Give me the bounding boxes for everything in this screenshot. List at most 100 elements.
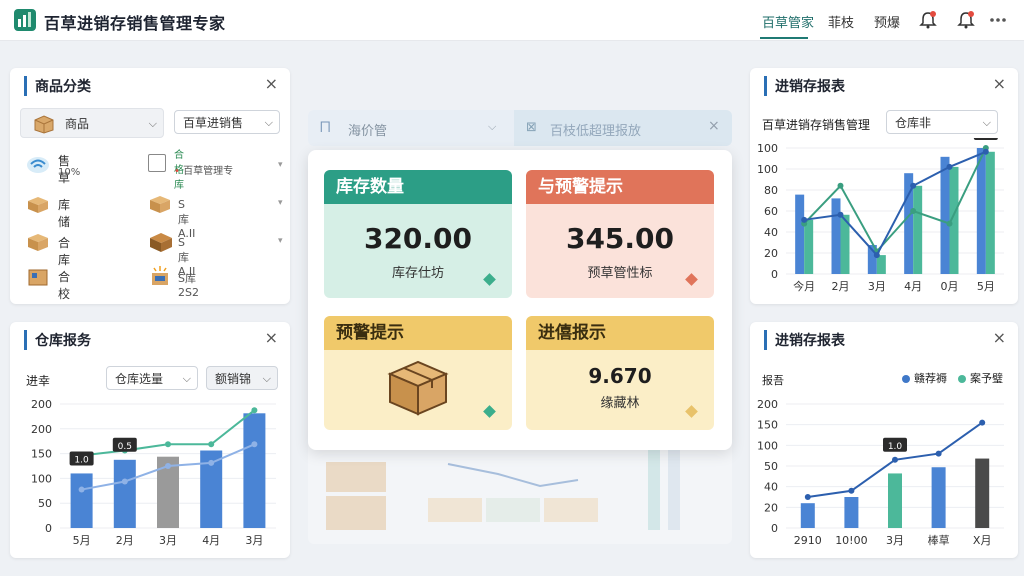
box-stack-icon	[28, 197, 48, 213]
y-tick-label: 200	[31, 423, 52, 436]
background-illustration	[308, 440, 732, 544]
category-select[interactable]: 商品 ⌵	[20, 108, 164, 138]
middle-header-right[interactable]: 百枝低超理报放	[550, 120, 641, 139]
close-icon[interactable]: ×	[993, 328, 1006, 347]
y-tick-label: 0	[771, 522, 778, 535]
bar	[975, 458, 990, 528]
close-icon[interactable]: ×	[993, 74, 1006, 93]
data-point	[910, 182, 917, 189]
box-icon	[28, 234, 48, 251]
data-point	[165, 441, 171, 448]
chevron-down-icon: ▾	[278, 198, 283, 208]
bar	[831, 198, 841, 274]
data-point	[946, 163, 953, 170]
y-tick-label: 20	[764, 247, 778, 260]
package-icon	[152, 266, 168, 285]
data-point	[982, 148, 989, 155]
x-tick-label: 3月	[245, 534, 263, 547]
data-point	[837, 182, 844, 189]
bar	[844, 497, 859, 528]
card-title: 预警提示	[324, 316, 512, 350]
nav-tab-1[interactable]: 菲枝	[828, 12, 854, 31]
panel-report-bottom: 进销存报表 × 报吾 赣荐褥 案予璧 0 20 40 50 100 150 200 2910 1…	[750, 322, 1018, 558]
middle-header-left[interactable]: 海价管	[348, 120, 387, 139]
data-point	[165, 463, 171, 469]
filter-icon: ⨅	[320, 120, 331, 135]
chevron-down-icon: ⌵	[488, 120, 497, 133]
nav-tab-0[interactable]: 百草管家	[762, 12, 814, 31]
data-point	[78, 486, 85, 493]
x-tick-label: 4月	[904, 280, 922, 293]
bell-icon[interactable]	[918, 10, 938, 30]
chevron-down-icon: ⌵	[262, 372, 271, 385]
warehouse-select[interactable]: 仓库选量 ⌵	[106, 366, 198, 390]
data-label: 1.6	[979, 138, 994, 140]
category-select-right-value: 百草进销售	[183, 116, 244, 130]
metric-select[interactable]: 额销锦 ⌵	[206, 366, 278, 390]
x-tick-label: 2月	[116, 534, 134, 547]
category-select-value: 商品	[65, 117, 90, 131]
box-icon	[387, 360, 449, 416]
report-warehouse-select[interactable]: 仓库非 ⌵	[886, 110, 998, 134]
bar	[795, 194, 805, 274]
bar	[804, 219, 814, 274]
metric-select-value: 额销锦	[215, 372, 252, 386]
warehouse-chart: 0 50 100 150 200 200 5月 2月 3月 4月 3月 1.0 0.5	[31, 398, 276, 547]
x-tick-label: 5月	[73, 534, 91, 547]
card-title: 库存数量	[324, 170, 512, 204]
legend-item: 案予璧	[958, 370, 1003, 386]
x-tick-label: 0月	[941, 280, 959, 293]
category-select-right[interactable]: 百草进销售 ⌵	[174, 110, 280, 134]
x-tick-label: 2月	[832, 280, 850, 293]
y-tick-label: 200	[31, 398, 52, 411]
list-item-label: 库储	[58, 198, 71, 229]
list-item-label: 合校	[58, 270, 71, 301]
chart-y-label: 进幸	[26, 374, 51, 388]
chevron-down-icon: ⌵	[982, 116, 991, 129]
nav-tab-2[interactable]: 预爆	[874, 12, 900, 31]
box-icon	[150, 233, 172, 252]
bar	[985, 151, 995, 274]
series-line	[81, 409, 256, 457]
y-tick-label: 150	[31, 448, 52, 461]
chevron-down-icon: ⌵	[148, 117, 157, 130]
panel-title: 进销存报表	[764, 330, 845, 350]
checkbox-icon[interactable]	[148, 154, 166, 172]
chart-y-label: 报吾	[762, 374, 784, 387]
x-tick-label: 3月	[159, 534, 177, 547]
data-point	[946, 220, 953, 227]
card-title: 与预警提示	[526, 170, 714, 204]
data-point	[251, 441, 258, 448]
app-logo-icon	[14, 9, 36, 31]
card-warning[interactable]: 与预警提示 345.00 预草管性标	[526, 170, 714, 298]
legend-dot	[958, 375, 966, 383]
panel-title: 商品分类	[24, 76, 91, 96]
report-label: 百草进销存销售管理	[762, 118, 871, 132]
y-tick-label: 150	[757, 419, 778, 432]
y-tick-label: 100	[757, 439, 778, 452]
card-value: 345.00	[565, 222, 675, 255]
data-point	[873, 252, 880, 259]
card-alert[interactable]: 预警提示	[324, 316, 512, 430]
data-point	[801, 216, 808, 223]
y-tick-label: 200	[757, 398, 778, 411]
x-tick-label: 5月	[977, 280, 995, 293]
chevron-down-icon: ⌵	[182, 372, 191, 385]
y-tick-label: 40	[764, 481, 778, 494]
close-icon[interactable]: ×	[265, 328, 278, 347]
bar	[931, 467, 946, 528]
close-icon[interactable]: ×	[265, 74, 278, 93]
close-icon[interactable]: ×	[708, 118, 720, 134]
x-tick-label: X月	[973, 534, 992, 547]
data-point	[804, 494, 811, 500]
y-tick-label: 60	[764, 205, 778, 218]
card-value: 320.00	[363, 222, 473, 255]
card-stock-quantity[interactable]: 库存数量 320.00 库存仕坊	[324, 170, 512, 298]
bell-icon[interactable]	[956, 10, 976, 30]
data-label: 1.0	[888, 442, 903, 452]
card-report[interactable]: 进僖报示 9.670 缘藏林	[526, 316, 714, 430]
list-item-sub: 10%	[58, 167, 81, 178]
middle-header-strip: ⨅ 海价管 ⌵ ⊠ 百枝低超理报放 ×	[308, 110, 732, 146]
chevron-down-icon: ▾	[278, 236, 283, 246]
more-icon[interactable]	[988, 10, 1008, 30]
